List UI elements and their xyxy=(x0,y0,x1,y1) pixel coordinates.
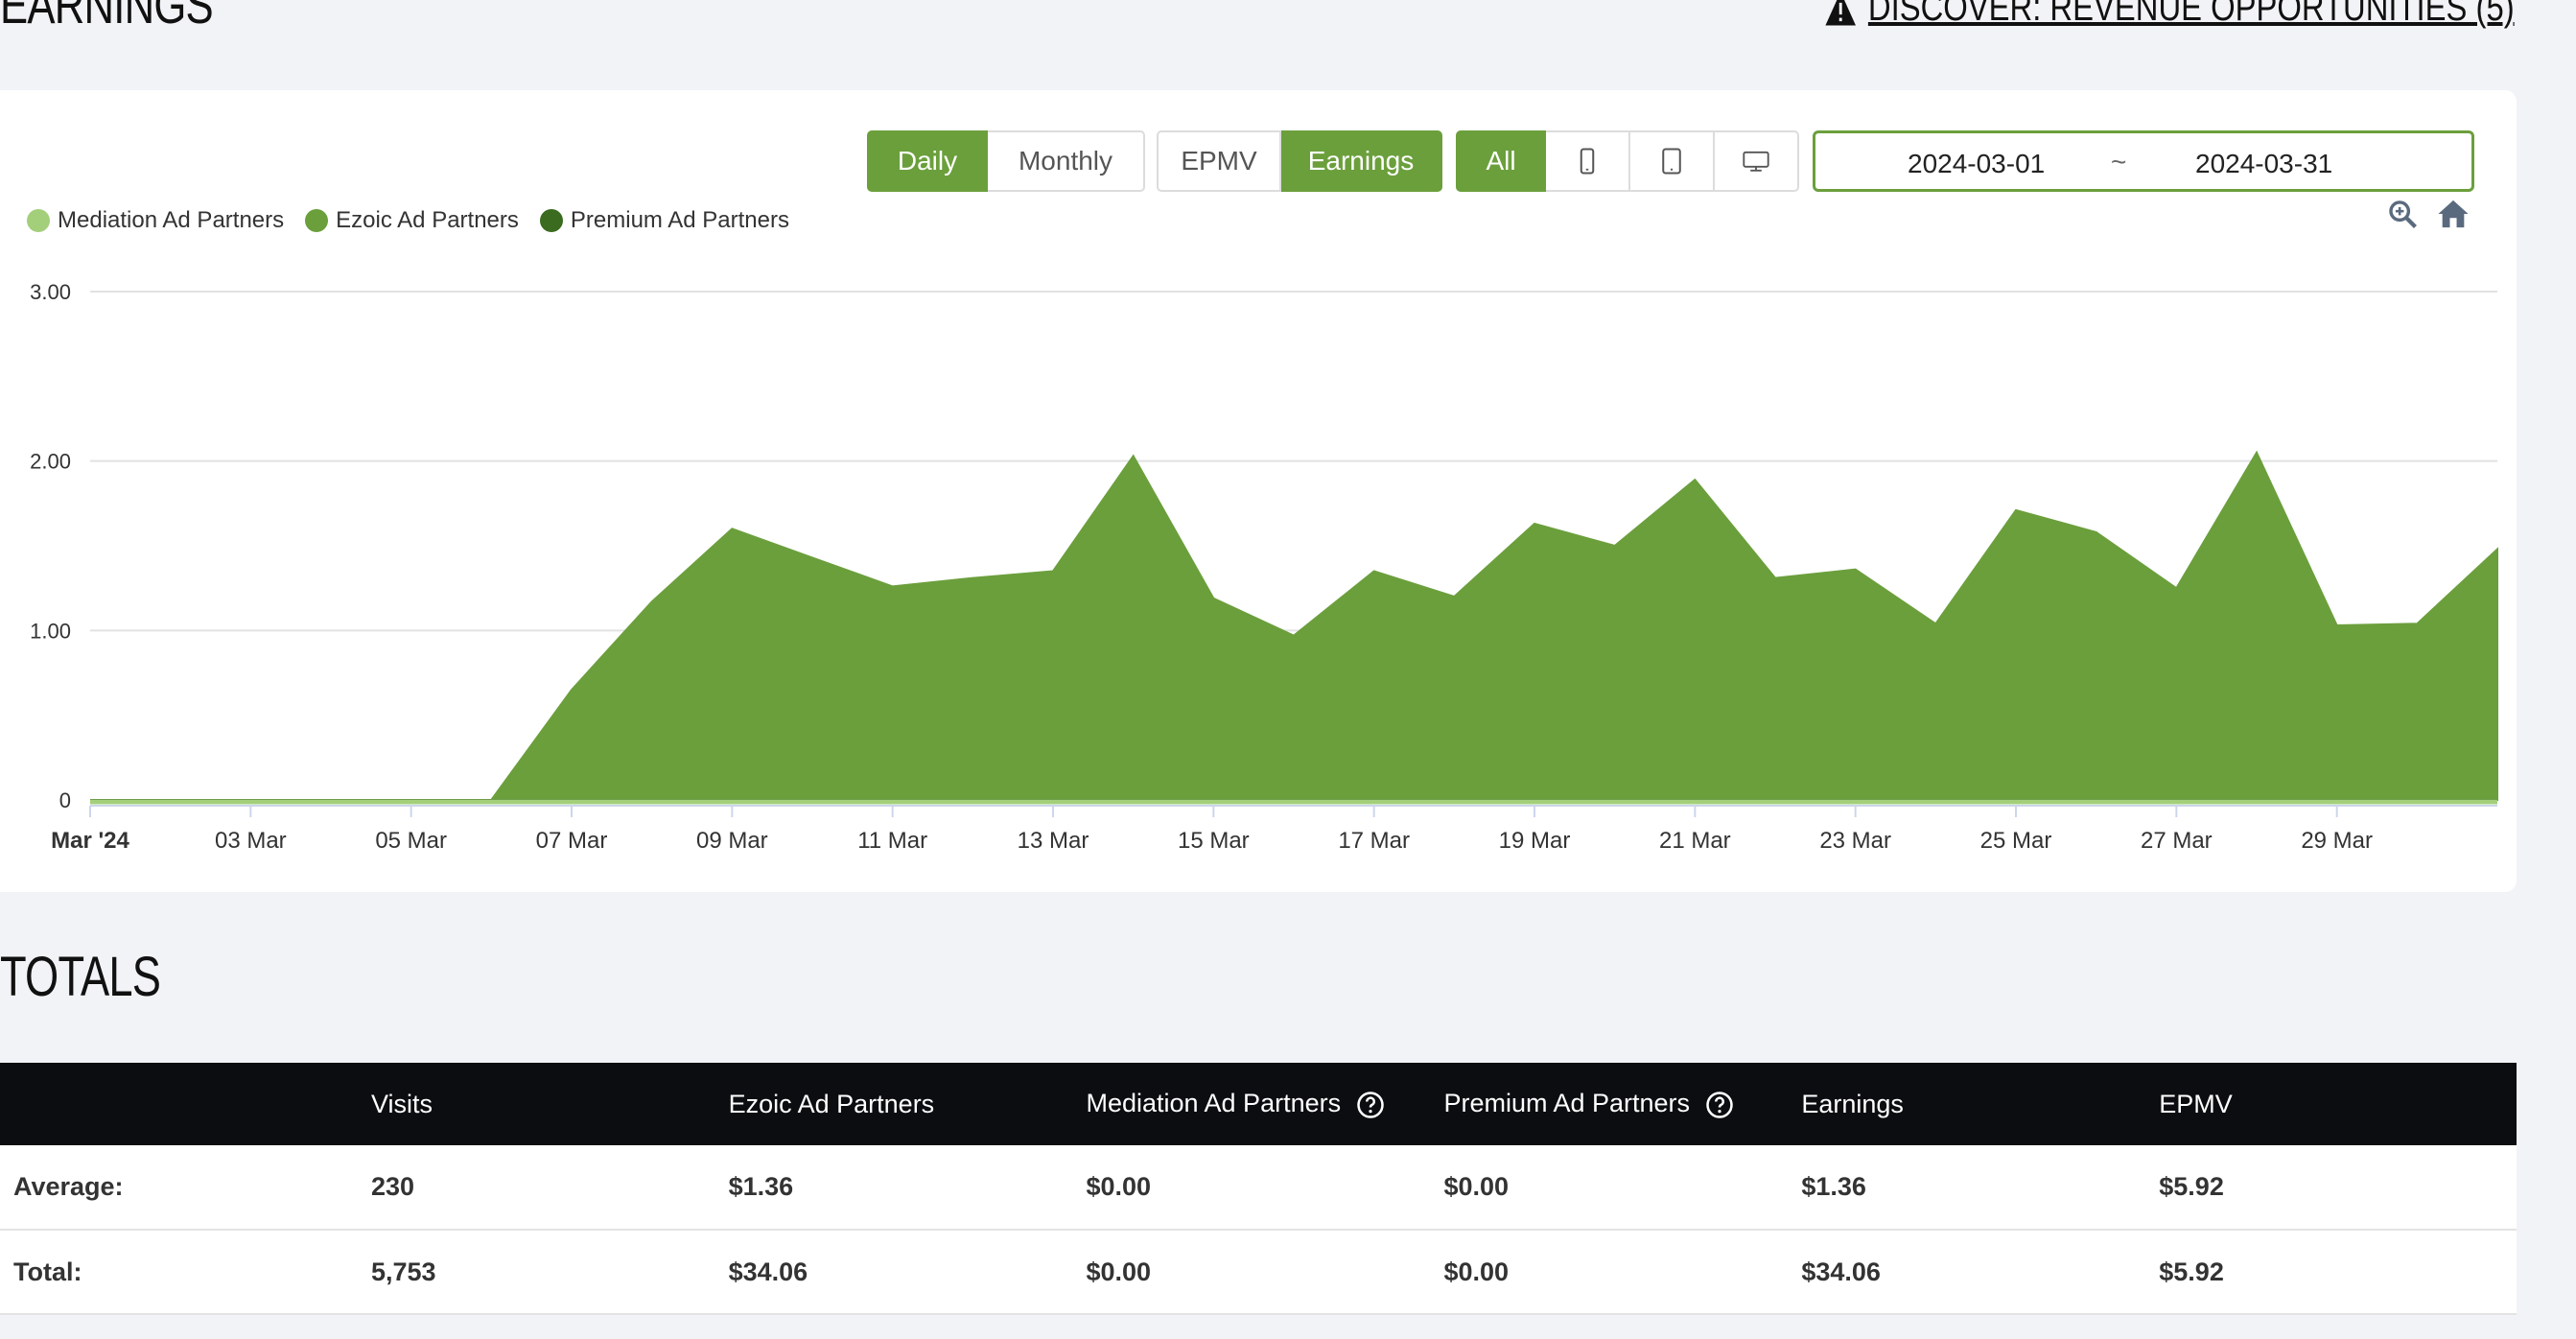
header-ezoic: Ezoic Ad Partners xyxy=(728,1089,935,1118)
cell-earnings: $34.06 xyxy=(1801,1257,1881,1286)
totals-table: Visits Ezoic Ad Partners Mediation Ad Pa… xyxy=(0,1063,2517,1315)
cell-mediation: $0.00 xyxy=(1086,1172,1152,1201)
series-area-ezoic-ad-partners xyxy=(90,450,2498,801)
header-premium: Premium Ad Partners xyxy=(1443,1063,1801,1145)
y-tick-label: 1.00 xyxy=(30,619,71,643)
header-earnings: Earnings xyxy=(1801,1089,1904,1118)
discover-label[interactable]: DISCOVER: REVENUE OPPORTUNITIES (5) xyxy=(1868,0,2515,30)
table-row: Average: 230 $1.36 $0.00 $0.00 $1.36 $5.… xyxy=(0,1145,2517,1230)
earnings-area-chart: 0 1.00 2.00 3.00 Mar '24 03 Mar 05 Mar 07 Mar 09… xyxy=(30,280,2498,854)
cell-epmv: $5.92 xyxy=(2159,1257,2224,1286)
header-visits: Visits xyxy=(370,1089,433,1118)
x-tick-label: Mar '24 xyxy=(51,828,129,854)
x-tick-label: 21 Mar xyxy=(1659,828,1731,854)
earnings-title: EARNINGS xyxy=(0,0,214,35)
x-tick-label: 05 Mar xyxy=(375,828,447,854)
header-mediation: Mediation Ad Partners xyxy=(1086,1063,1443,1145)
header-label xyxy=(0,1063,371,1145)
y-tick-label: 3.00 xyxy=(30,280,71,304)
cell-earnings: $1.36 xyxy=(1801,1172,1866,1201)
x-tick-label: 17 Mar xyxy=(1338,828,1410,854)
x-tick-label: 15 Mar xyxy=(1178,828,1250,854)
cell-visits: 5,753 xyxy=(370,1257,436,1286)
help-icon[interactable] xyxy=(1705,1091,1734,1119)
x-tick-label: 13 Mar xyxy=(1018,828,1089,854)
x-tick-label: 07 Mar xyxy=(536,828,608,854)
y-tick-label: 0 xyxy=(59,788,71,812)
x-tick-label: 29 Mar xyxy=(2301,828,2373,854)
y-tick-label: 2.00 xyxy=(30,450,71,474)
x-tick-label: 19 Mar xyxy=(1499,828,1571,854)
cell-ezoic: $34.06 xyxy=(728,1257,808,1286)
header-mediation-label: Mediation Ad Partners xyxy=(1086,1089,1342,1118)
row-label: Total: xyxy=(13,1257,82,1286)
x-tick-label: 25 Mar xyxy=(1980,828,2052,854)
discover-revenue-link[interactable]: DISCOVER: REVENUE OPPORTUNITIES (5) xyxy=(1824,0,2515,30)
cell-mediation: $0.00 xyxy=(1086,1257,1152,1286)
help-icon[interactable] xyxy=(1356,1091,1385,1119)
earnings-chart-card: Daily Monthly EPMV Earnings All 2024-03-… xyxy=(0,90,2517,892)
x-tick-label: 03 Mar xyxy=(215,828,287,854)
x-tick-label: 09 Mar xyxy=(696,828,768,854)
totals-header-row: Visits Ezoic Ad Partners Mediation Ad Pa… xyxy=(0,1063,2517,1145)
cell-epmv: $5.92 xyxy=(2159,1172,2224,1201)
totals-title: TOTALS xyxy=(0,946,161,1008)
warning-icon xyxy=(1825,0,1857,25)
cell-ezoic: $1.36 xyxy=(728,1172,794,1201)
cell-premium: $0.00 xyxy=(1443,1172,1510,1201)
header-premium-label: Premium Ad Partners xyxy=(1443,1089,1691,1118)
row-label: Average: xyxy=(13,1172,124,1201)
table-row: Total: 5,753 $34.06 $0.00 $0.00 $34.06 $… xyxy=(0,1230,2517,1314)
x-tick-label: 23 Mar xyxy=(1819,828,1891,854)
cell-premium: $0.00 xyxy=(1443,1257,1510,1286)
x-tick-label: 27 Mar xyxy=(2141,828,2213,854)
header-epmv: EPMV xyxy=(2159,1089,2233,1118)
cell-visits: 230 xyxy=(370,1172,415,1201)
x-tick-label: 11 Mar xyxy=(857,828,927,854)
